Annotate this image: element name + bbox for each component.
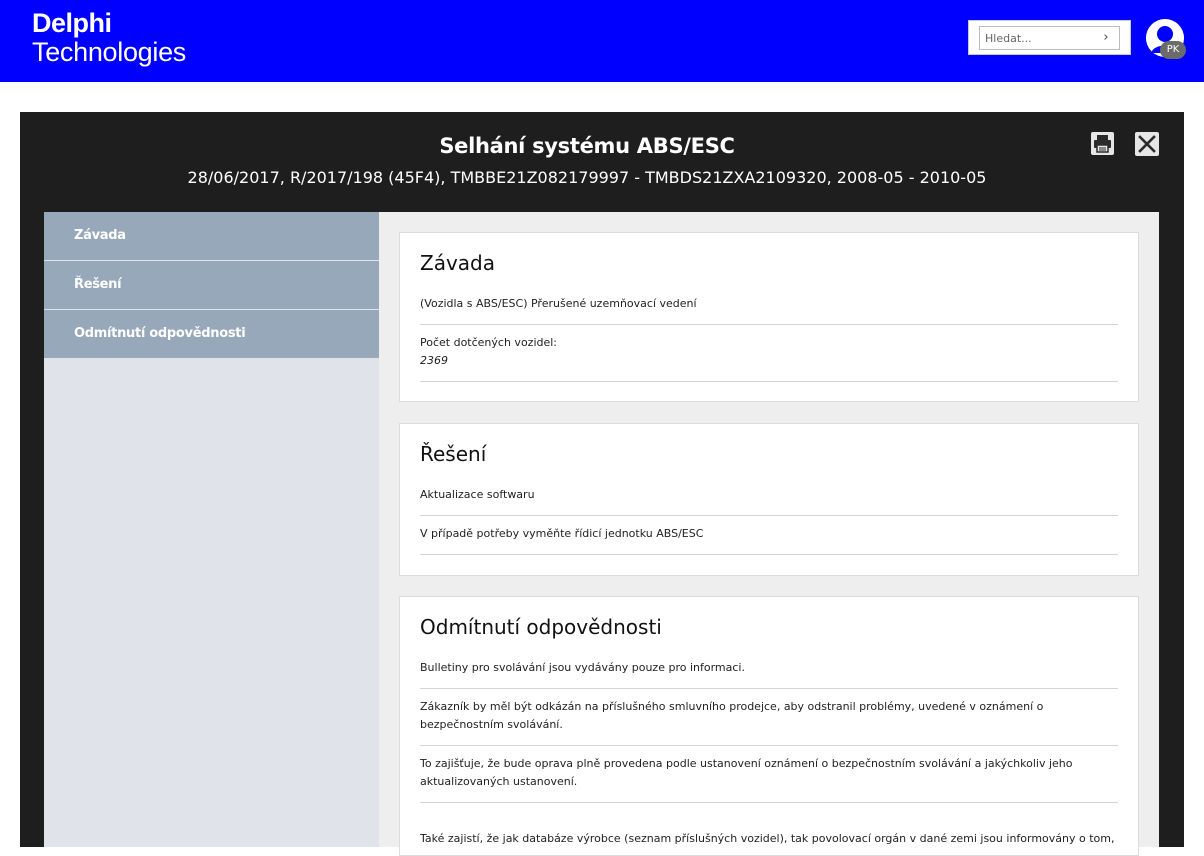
- solution-card: Řešení Aktualizace softwaru V případě po…: [399, 423, 1139, 576]
- logo-line-2: Technologies: [32, 37, 187, 67]
- close-icon: [1138, 135, 1156, 153]
- print-button[interactable]: [1091, 132, 1114, 155]
- solution-title: Řešení: [420, 442, 487, 466]
- disclaimer-text: Bulletiny pro svolávání jsou vydávány po…: [420, 661, 745, 674]
- solution-item-text: V případě potřeby vyměňte řídicí jednotk…: [420, 527, 704, 540]
- disclaimer-paragraph: Také zajistí, že jak databáze výrobce (s…: [420, 830, 1118, 850]
- search-box: ›: [968, 20, 1131, 55]
- logo-line-1: Delphi: [32, 8, 112, 38]
- search-input[interactable]: [980, 27, 1100, 49]
- solution-item: V případě potřeby vyměňte řídicí jednotk…: [420, 525, 1118, 555]
- section-nav: Závada Řešení Odmítnutí odpovědnosti: [44, 212, 379, 847]
- defect-description: (Vozidla s ABS/ESC) Přerušené uzemňovací…: [420, 295, 1118, 325]
- close-button[interactable]: [1135, 132, 1159, 156]
- sidebar-item-odmitnuti[interactable]: Odmítnutí odpovědnosti: [44, 310, 379, 358]
- disclaimer-card: Odmítnutí odpovědnosti Bulletiny pro svo…: [399, 596, 1139, 856]
- disclaimer-text: Zákazník by měl být odkázán na příslušné…: [420, 700, 1044, 731]
- sidebar-item-zavada[interactable]: Závada: [44, 212, 379, 260]
- disclaimer-paragraph: Zákazník by měl být odkázán na příslušné…: [420, 698, 1118, 746]
- recall-modal: Selhání systému ABS/ESC 28/06/2017, R/20…: [20, 112, 1184, 856]
- disclaimer-paragraph: To zajišťuje, že bude oprava plně proved…: [420, 755, 1118, 803]
- search-field-wrapper: ›: [979, 26, 1120, 50]
- sidebar-item-reseni[interactable]: Řešení: [44, 261, 379, 309]
- defect-title: Závada: [420, 251, 495, 275]
- defect-card: Závada (Vozidla s ABS/ESC) Přerušené uze…: [399, 232, 1139, 402]
- printer-icon: [1094, 135, 1111, 153]
- modal-subtitle: 28/06/2017, R/2017/198 (45F4), TMBBE21Z0…: [187, 168, 987, 187]
- solution-item-text: Aktualizace softwaru: [420, 488, 535, 501]
- chevron-right-icon[interactable]: ›: [1099, 29, 1113, 47]
- solution-item: Aktualizace softwaru: [420, 486, 1118, 516]
- user-initials-badge: PK: [1160, 41, 1186, 59]
- modal-content: Závada Řešení Odmítnutí odpovědnosti Záv…: [44, 212, 1159, 856]
- top-header: Delphi Technologies › PK: [0, 0, 1204, 82]
- disclaimer-paragraph: Bulletiny pro svolávání jsou vydávány po…: [420, 659, 1118, 689]
- defect-description-text: (Vozidla s ABS/ESC) Přerušené uzemňovací…: [420, 297, 697, 310]
- affected-vehicles: Počet dotčených vozidel: 2369: [420, 334, 1118, 382]
- disclaimer-title: Odmítnutí odpovědnosti: [420, 615, 662, 639]
- modal-title: Selhání systému ABS/ESC: [439, 134, 735, 158]
- affected-vehicles-count: 2369: [420, 354, 448, 367]
- delphi-logo[interactable]: Delphi Technologies: [32, 10, 186, 66]
- disclaimer-text: Také zajistí, že jak databáze výrobce (s…: [420, 832, 1115, 845]
- disclaimer-text: To zajišťuje, že bude oprava plně proved…: [420, 757, 1073, 788]
- affected-vehicles-label: Počet dotčených vozidel:: [420, 336, 558, 349]
